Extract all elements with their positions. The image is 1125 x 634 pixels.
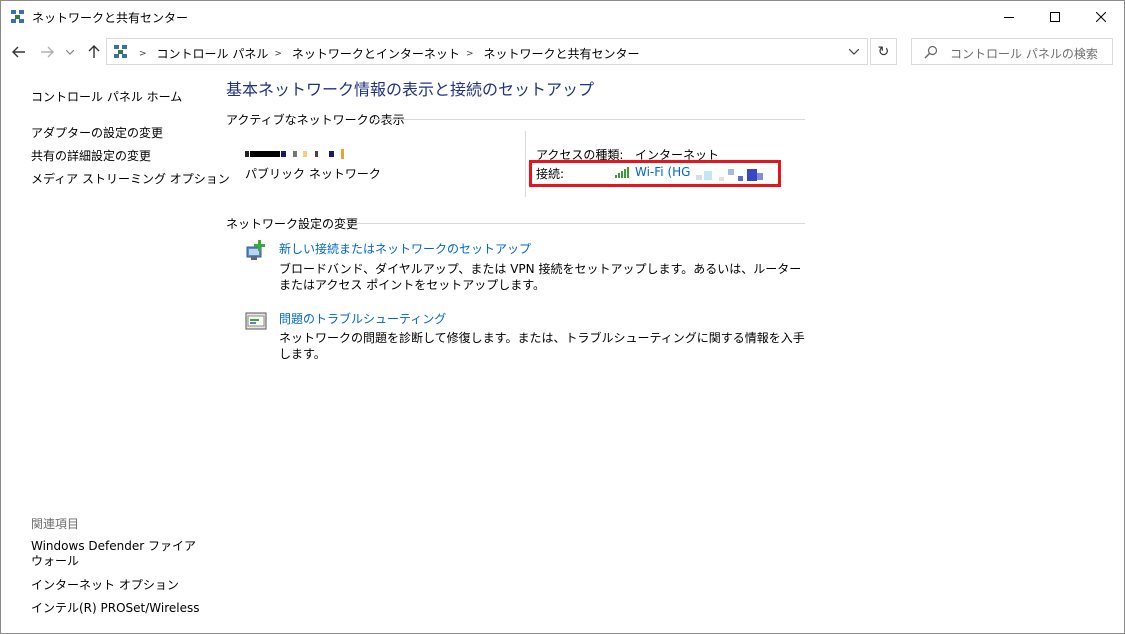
navigation-bar: > コントロール パネル > ネットワークとインターネット > ネットワークと共… xyxy=(1,36,1124,68)
chevron-right-icon[interactable]: > xyxy=(466,49,474,59)
recent-locations-button[interactable] xyxy=(63,42,77,62)
breadcrumb-control-panel[interactable]: コントロール パネル xyxy=(157,45,269,62)
breadcrumb-network-internet[interactable]: ネットワークとインターネット xyxy=(292,45,460,62)
chevron-down-icon xyxy=(849,49,859,55)
minimize-button[interactable] xyxy=(986,1,1032,32)
troubleshoot-problems-link[interactable]: 問題のトラブルシューティング xyxy=(279,310,446,327)
address-dropdown-button[interactable] xyxy=(847,45,861,59)
network-center-icon xyxy=(11,10,24,23)
intel-proset-wireless-link[interactable]: インテル(R) PROSet/Wireless xyxy=(31,599,200,616)
chevron-right-icon[interactable]: > xyxy=(274,49,282,59)
section-divider xyxy=(371,119,805,120)
wifi-connection-link[interactable]: Wi-Fi (HG xyxy=(635,165,690,179)
page-title: 基本ネットワーク情報の表示と接続のセットアップ xyxy=(226,80,595,99)
refresh-button[interactable]: ↻ xyxy=(870,38,897,65)
refresh-icon: ↻ xyxy=(877,43,890,60)
arrow-right-icon xyxy=(41,46,54,58)
network-sharing-center-window: ネットワークと共有センター > コントロール パネル > ネットワークとインター… xyxy=(0,0,1125,634)
new-connection-icon xyxy=(246,240,265,260)
setup-new-connection-description: ブロードバンド、ダイヤルアップ、または VPN 接続をセットアップします。あるい… xyxy=(279,262,802,292)
arrow-up-icon xyxy=(88,45,100,58)
control-panel-icon xyxy=(114,45,127,58)
setup-new-connection-link[interactable]: 新しい接続またはネットワークのセットアップ xyxy=(279,240,531,257)
close-button[interactable] xyxy=(1078,1,1124,32)
troubleshoot-problems-description: ネットワークの問題を診断して修復します。または、トラブルシューティングに関する情… xyxy=(279,331,805,361)
arrow-left-icon xyxy=(12,46,25,58)
chevron-down-icon xyxy=(66,49,74,55)
window-title: ネットワークと共有センター xyxy=(32,11,189,25)
back-button[interactable] xyxy=(9,42,29,62)
forward-button[interactable] xyxy=(37,42,57,62)
breadcrumb: > コントロール パネル > ネットワークとインターネット > ネットワークと共… xyxy=(133,45,640,62)
network-type: パブリック ネットワーク xyxy=(245,167,381,181)
minimize-icon xyxy=(1004,16,1014,18)
maximize-icon xyxy=(1050,11,1060,22)
chevron-right-icon[interactable]: > xyxy=(139,49,147,59)
media-streaming-options-link[interactable]: メディア ストリーミング オプション xyxy=(31,170,230,187)
troubleshoot-icon xyxy=(245,312,267,330)
windows-defender-firewall-link[interactable]: Windows Defender ファイアウォール xyxy=(31,539,201,569)
vertical-divider xyxy=(525,131,526,197)
maximize-button[interactable] xyxy=(1032,1,1078,32)
close-icon xyxy=(1096,11,1106,22)
connection-label: 接続: xyxy=(536,167,565,181)
internet-options-link[interactable]: インターネット オプション xyxy=(31,576,179,593)
up-button[interactable] xyxy=(84,42,104,62)
wifi-signal-icon xyxy=(615,167,629,178)
search-icon xyxy=(924,45,938,59)
search-input[interactable]: コントロール パネルの検索 xyxy=(911,38,1113,65)
title-bar: ネットワークと共有センター xyxy=(1,1,1124,32)
breadcrumb-network-sharing-center[interactable]: ネットワークと共有センター xyxy=(483,45,639,62)
see-also-heading: 関連項目 xyxy=(31,517,80,531)
control-panel-home-link[interactable]: コントロール パネル ホーム xyxy=(31,88,182,105)
address-box[interactable]: > コントロール パネル > ネットワークとインターネット > ネットワークと共… xyxy=(106,38,868,65)
change-advanced-sharing-link[interactable]: 共有の詳細設定の変更 xyxy=(31,147,151,164)
section-divider xyxy=(339,223,805,224)
search-placeholder: コントロール パネルの検索 xyxy=(950,47,1098,61)
change-adapter-settings-link[interactable]: アダプターの設定の変更 xyxy=(31,124,163,141)
